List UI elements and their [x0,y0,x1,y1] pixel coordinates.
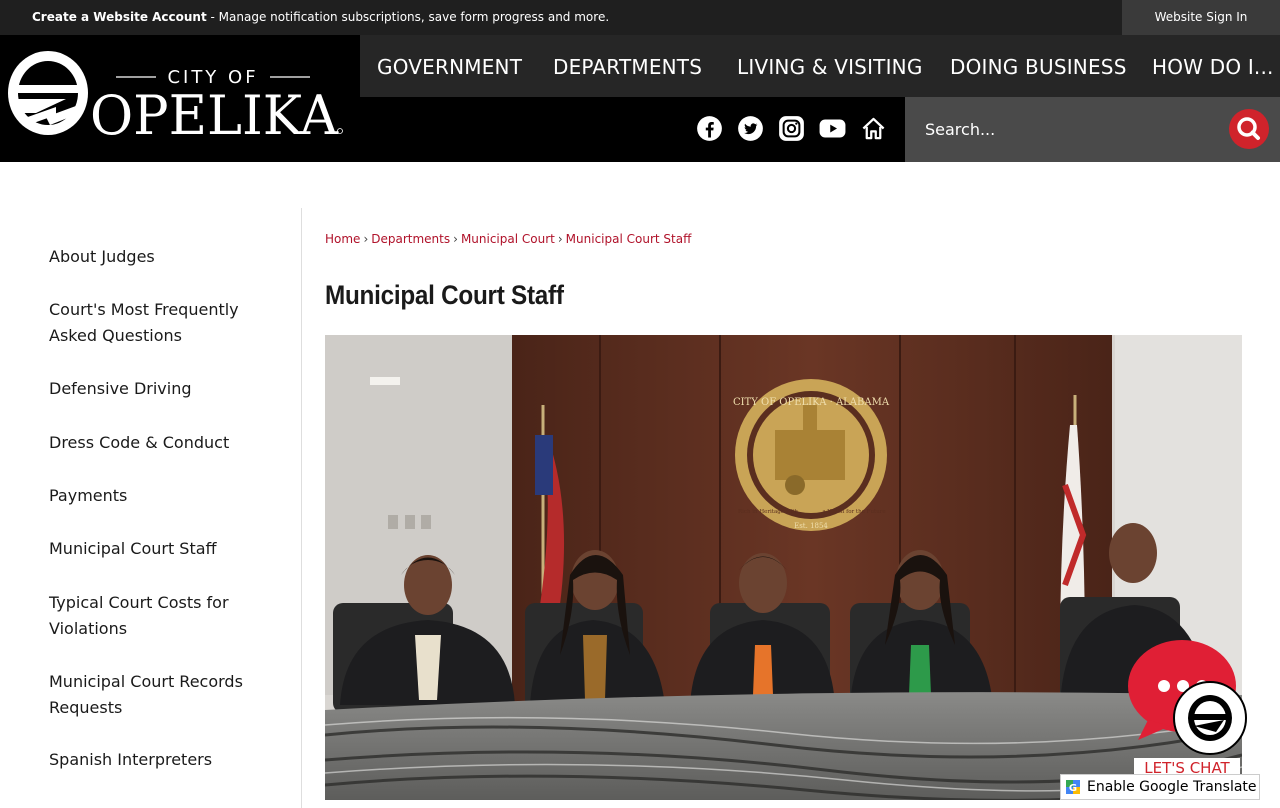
website-sign-in-button[interactable]: Website Sign In [1122,0,1280,35]
search-icon [1237,117,1260,140]
sidebar-item-defensive-driving[interactable]: Defensive Driving [49,376,289,402]
breadcrumb-separator: › [363,232,369,246]
site-header: GOVERNMENT DEPARTMENTS LIVING & VISITING… [0,35,1280,162]
main-nav-bar: GOVERNMENT DEPARTMENTS LIVING & VISITING… [360,35,1280,97]
breadcrumb: Home › Departments › Municipal Court › Municip… [325,232,691,246]
sidebar-item-spanish-interpreters[interactable]: Spanish Interpreters [49,747,289,773]
svg-text:G: G [1069,783,1077,794]
youtube-icon[interactable] [819,115,846,142]
breadcrumb-municipal-court[interactable]: Municipal Court [461,232,555,246]
breadcrumb-current[interactable]: Municipal Court Staff [566,232,692,246]
sidebar-item-municipal-court-staff[interactable]: Municipal Court Staff [49,536,289,562]
page-title: Municipal Court Staff [325,280,564,310]
twitter-icon[interactable] [737,115,764,142]
sidebar-item-payments[interactable]: Payments [49,483,289,509]
nav-how-do-i[interactable]: HOW DO I... [1152,55,1274,79]
seal-est: Est. 1854 [794,522,828,530]
sidebar-item-court-costs[interactable]: Typical Court Costs for Violations [49,590,289,642]
translate-label: Enable Google Translate [1087,779,1257,795]
staff-photo: CITY OF OPELIKA · ALABAMA Rich in Herita… [325,335,1242,800]
facebook-icon[interactable] [696,115,723,142]
breadcrumb-home[interactable]: Home [325,232,360,246]
nav-living-visiting[interactable]: LIVING & VISITING [737,55,923,79]
logo-mark-icon [8,51,88,135]
account-notice-text: - Manage notification subscriptions, sav… [206,10,610,24]
account-notice[interactable]: Create a Website Account - Manage notifi… [32,10,609,24]
breadcrumb-separator: › [453,232,458,246]
seal-text-top: CITY OF OPELIKA · ALABAMA [733,397,890,408]
search-button[interactable] [1229,109,1269,149]
sidebar-item-about-judges[interactable]: About Judges [49,244,289,270]
google-icon: G [1066,780,1080,794]
account-notice-bar: Create a Website Account - Manage notifi… [0,0,1280,35]
section-sidebar: About Judges Court's Most Frequently Ask… [0,208,302,808]
chat-avatar-icon [1173,681,1247,755]
sidebar-item-dress-code[interactable]: Dress Code & Conduct [49,430,289,456]
social-links [696,115,887,142]
seal-text-left: Rich in Heritage with [738,509,798,515]
nav-doing-business[interactable]: DOING BUSINESS [950,55,1127,79]
breadcrumb-separator: › [557,232,563,246]
search-input[interactable] [905,97,1225,162]
home-icon[interactable] [860,115,887,142]
create-account-link[interactable]: Create a Website Account [32,10,207,24]
google-translate-button[interactable]: G Enable Google Translate [1060,774,1260,800]
instagram-icon[interactable] [778,115,805,142]
nav-departments[interactable]: DEPARTMENTS [553,55,702,79]
logo-opelika: OPELIKA [90,84,339,142]
seal-text-right: a Vision for the Future [822,509,885,515]
site-search [905,97,1280,162]
breadcrumb-departments[interactable]: Departments [371,232,450,246]
city-logo[interactable]: CITY OF OPELIKA [6,47,346,142]
sidebar-item-records-requests[interactable]: Municipal Court Records Requests [49,669,289,721]
nav-government[interactable]: GOVERNMENT [377,55,522,79]
sidebar-item-faq[interactable]: Court's Most Frequently Asked Questions [49,297,289,349]
